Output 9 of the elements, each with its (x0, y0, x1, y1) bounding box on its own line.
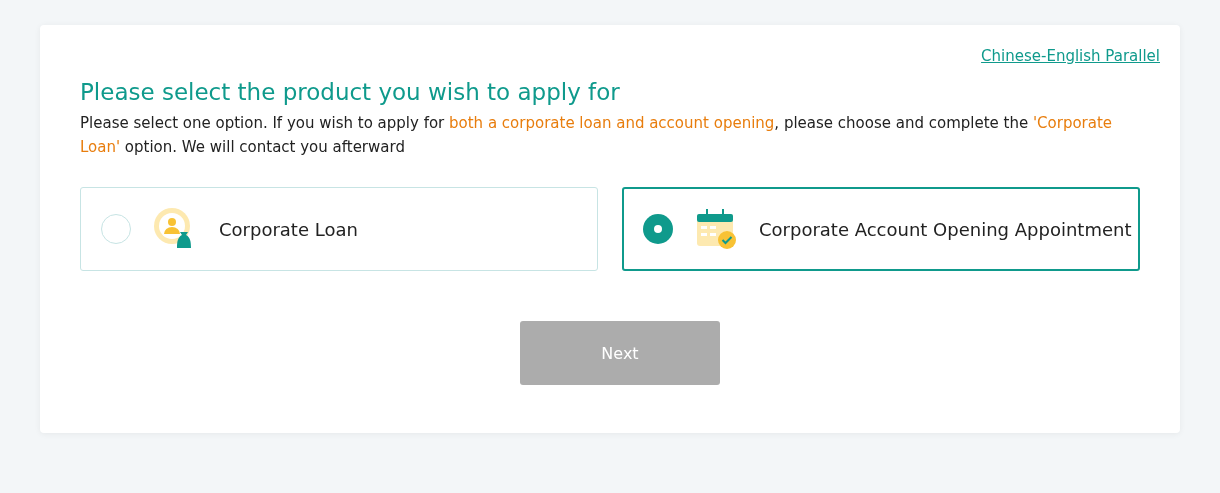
product-option[interactable]: Corporate Account Opening Appointment (622, 187, 1140, 271)
option-label: Corporate Loan (219, 218, 358, 240)
page-title: Please select the product you wish to apply for (80, 79, 621, 105)
radio-button[interactable] (643, 214, 673, 244)
language-link[interactable]: Chinese-English Parallel (981, 47, 1160, 65)
product-option[interactable]: Corporate Loan (80, 187, 598, 271)
option-label: Corporate Account Opening Appointment (759, 218, 1132, 240)
instructions-text: Please select one option. If you wish to apply for both a corporate loan and account opening, please choose and complete the 'Corporate Loan' option. We will contact you afterward (80, 113, 1114, 158)
calendar-check-icon (695, 208, 737, 250)
